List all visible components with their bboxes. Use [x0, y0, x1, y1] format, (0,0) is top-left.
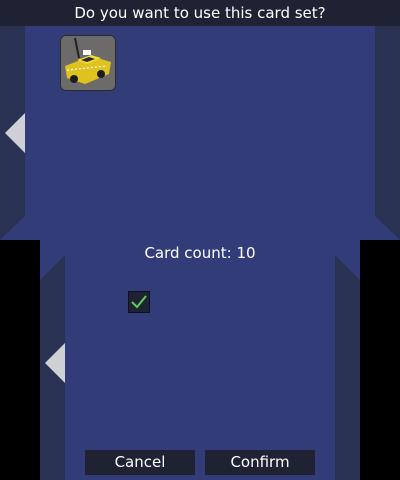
card-count-label: Card count: 10 — [144, 244, 256, 262]
left-arrow-icon[interactable] — [5, 113, 25, 153]
confirm-button[interactable]: Confirm — [205, 450, 315, 475]
use-card-set-checkbox[interactable] — [128, 291, 150, 313]
cancel-button[interactable]: Cancel — [85, 450, 195, 475]
left-arrow-icon-bottom[interactable] — [45, 343, 65, 383]
checkmark-icon — [131, 295, 147, 309]
top-screen: Do you want to use this card set? — [0, 0, 400, 240]
dialog-title: Do you want to use this card set? — [0, 0, 400, 26]
card-set-thumbnail[interactable] — [60, 35, 116, 91]
bottom-screen: Card count: 10 Cancel Confirm — [40, 240, 360, 480]
right-side-panel-bottom — [335, 255, 360, 480]
taxi-card-icon — [61, 36, 115, 90]
right-side-panel — [375, 26, 400, 240]
